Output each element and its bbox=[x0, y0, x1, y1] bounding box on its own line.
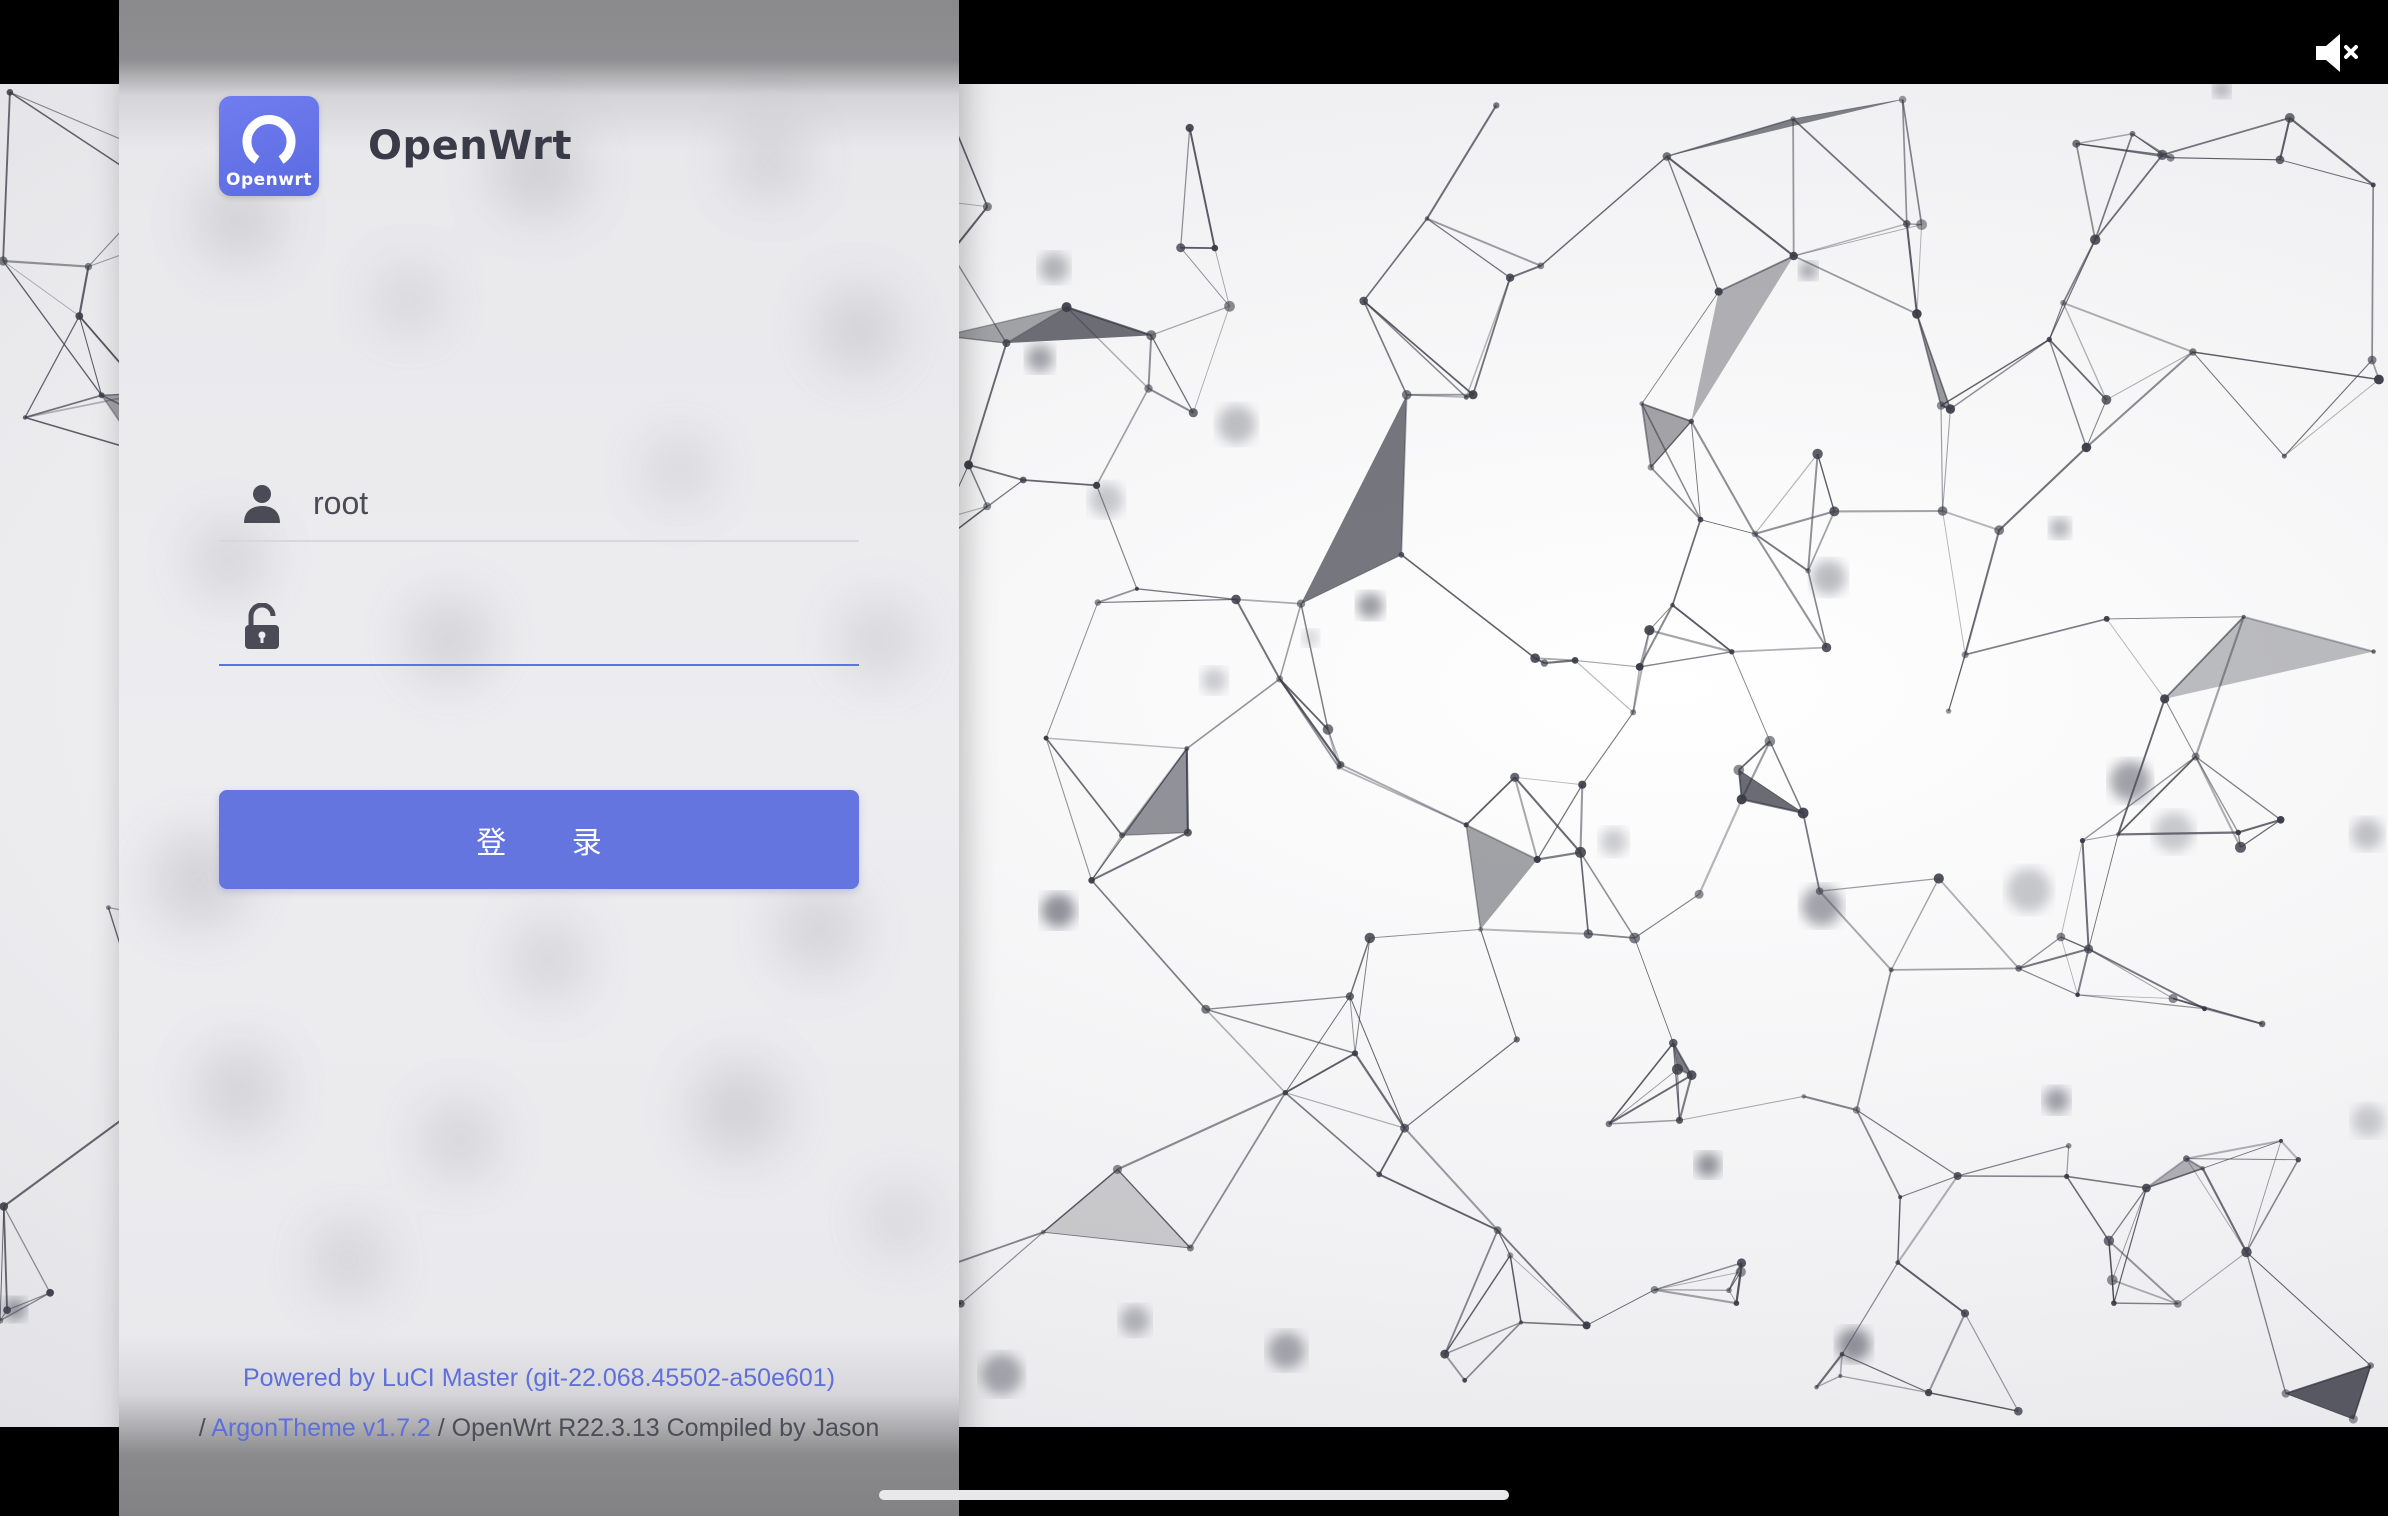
user-icon bbox=[237, 478, 287, 528]
password-input[interactable] bbox=[311, 596, 859, 658]
openwrt-logo: Openwrt bbox=[219, 96, 319, 196]
brand-name: OpenWrt bbox=[368, 123, 573, 169]
mute-button[interactable] bbox=[2312, 28, 2362, 78]
username-field bbox=[219, 466, 859, 542]
unlock-icon bbox=[237, 602, 287, 652]
logo-label: Openwrt bbox=[226, 170, 312, 190]
screen: Openwrt OpenWrt root 登 录 Powered by LuCI… bbox=[0, 0, 2388, 1516]
footer-separator: / bbox=[198, 1414, 212, 1442]
argon-theme-link[interactable]: ArgonTheme v1.7.2 bbox=[211, 1414, 431, 1442]
password-field bbox=[219, 590, 859, 666]
panel-blur-backdrop bbox=[154, 125, 929, 1295]
speaker-muted-icon bbox=[2316, 34, 2358, 72]
footer-build-text: / OpenWrt R22.3.13 Compiled by Jason bbox=[430, 1414, 880, 1442]
footer-build-info: / ArgonTheme v1.7.2 / OpenWrt R22.3.13 C… bbox=[119, 1414, 959, 1443]
luci-link[interactable]: Powered by LuCI Master (git-22.068.45502… bbox=[243, 1364, 835, 1392]
home-indicator bbox=[879, 1490, 1509, 1500]
brand: Openwrt OpenWrt bbox=[219, 96, 572, 196]
login-panel: Openwrt OpenWrt root 登 录 Powered by LuCI… bbox=[119, 0, 959, 1516]
footer-powered-by: Powered by LuCI Master (git-22.068.45502… bbox=[119, 1364, 959, 1393]
login-button[interactable]: 登 录 bbox=[219, 790, 859, 889]
username-input[interactable] bbox=[311, 472, 859, 534]
